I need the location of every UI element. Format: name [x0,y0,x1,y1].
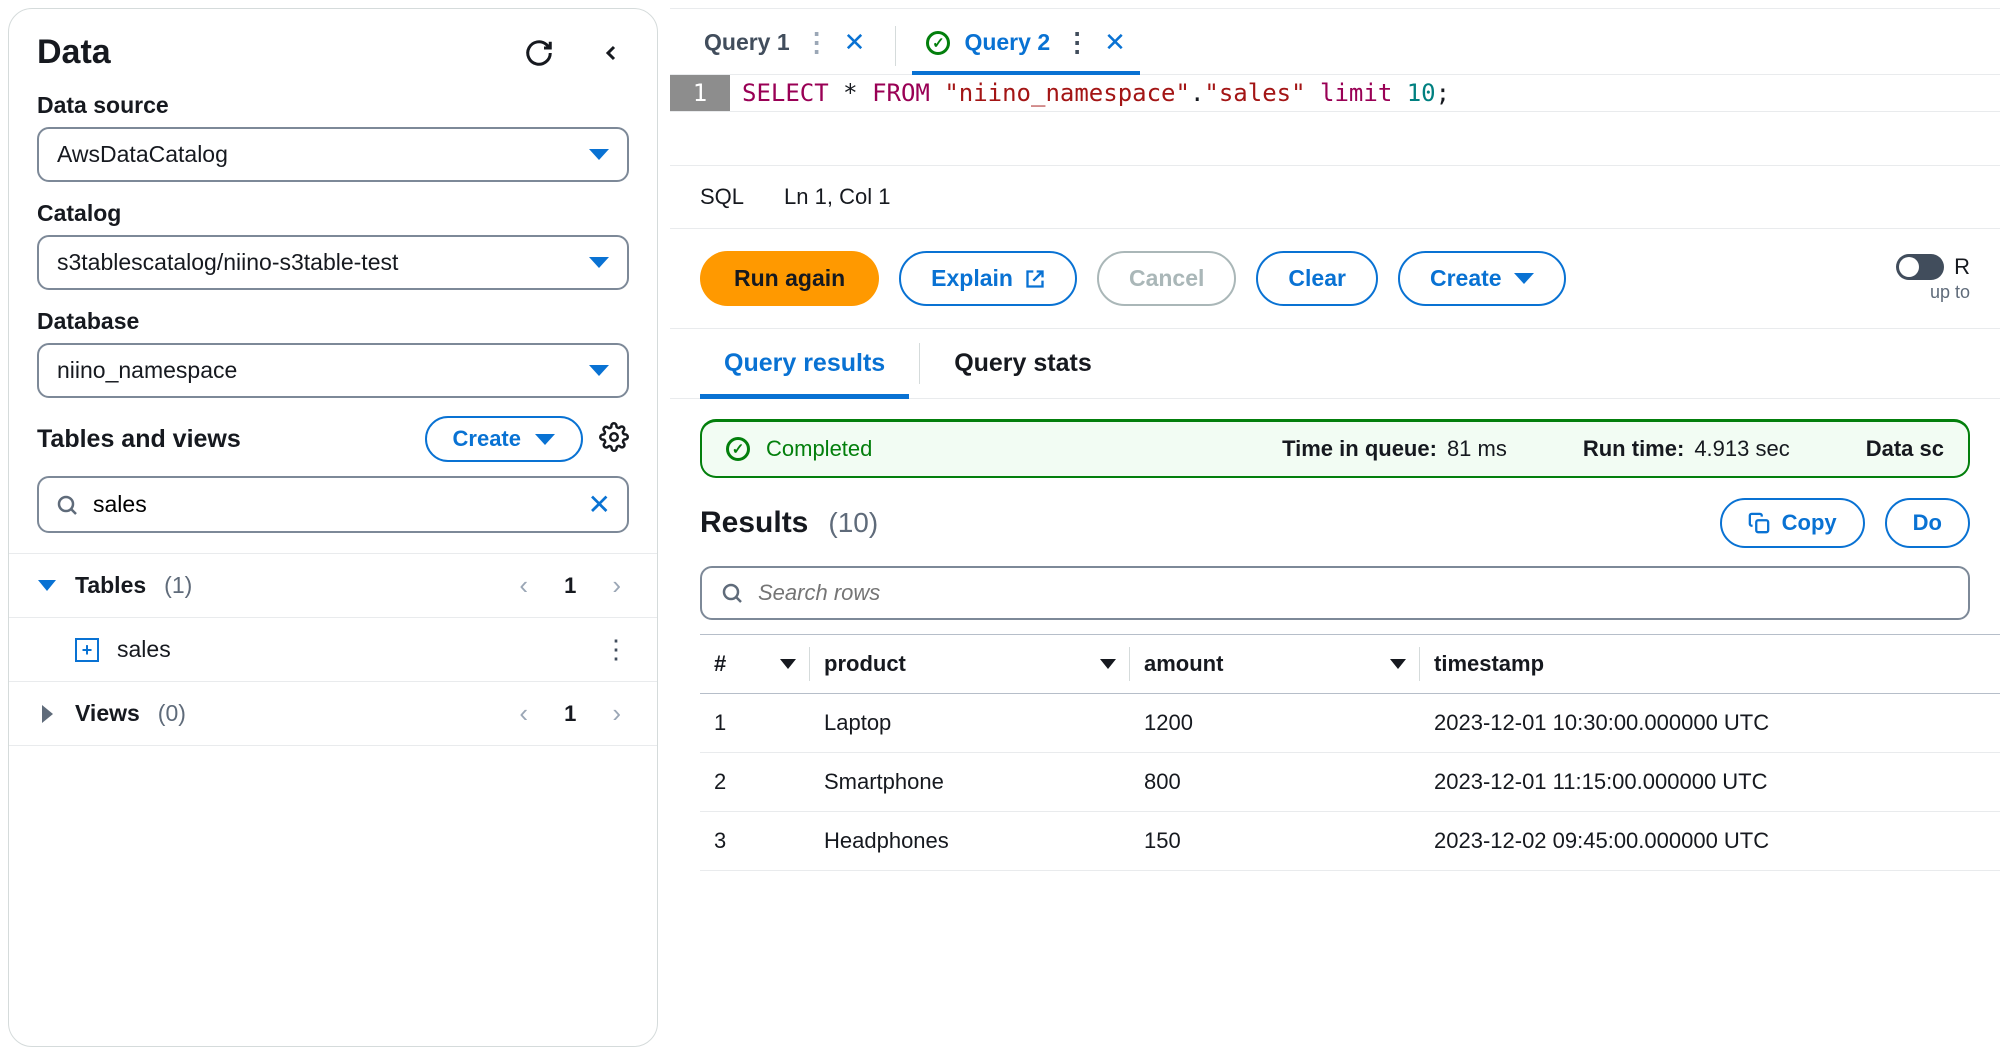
col-amount[interactable]: amount [1130,635,1420,694]
external-link-icon [1025,269,1045,289]
data-source-value: AwsDataCatalog [57,141,228,168]
page-number: 1 [554,573,586,599]
results-table: # product amount timestamp 1Laptop120020… [700,634,2000,871]
table-row: 2Smartphone8002023-12-01 11:15:00.000000… [700,753,2000,812]
search-icon [55,493,79,517]
editor-language: SQL [700,184,744,210]
next-page-icon[interactable]: › [604,570,629,601]
chevron-down-icon [589,257,609,268]
sort-icon [1390,659,1406,669]
editor-status-bar: SQL Ln 1, Col 1 [670,166,2000,229]
copy-button[interactable]: Copy [1720,498,1865,548]
chevron-down-icon [1514,273,1534,284]
prev-page-icon[interactable]: ‹ [511,698,536,729]
database-value: niino_namespace [57,357,237,384]
sort-icon [1100,659,1116,669]
chevron-down-icon [38,580,56,591]
results-title: Results [700,506,808,540]
create-button[interactable]: Create [425,416,583,462]
tab-query-1[interactable]: Query 1 ⋮ ✕ [690,17,879,74]
query-editor-main: Query 1 ⋮ ✕ ✓ Query 2 ⋮ ✕ 1 SELECT * FRO… [670,8,2000,1047]
col-timestamp[interactable]: timestamp [1420,635,2000,694]
database-select[interactable]: niino_namespace [37,343,629,398]
cursor-position: Ln 1, Col 1 [784,184,890,210]
success-icon: ✓ [926,31,950,55]
chevron-down-icon [535,434,555,445]
copy-icon [1748,512,1770,534]
catalog-label: Catalog [37,200,629,227]
clear-search-icon[interactable]: ✕ [588,488,611,521]
sql-editor[interactable]: 1 SELECT * FROM "niino_namespace"."sales… [670,75,2000,112]
results-count: (10) [828,507,878,539]
tab-query-results[interactable]: Query results [700,329,909,398]
query-status-banner: ✓ Completed Time in queue:81 ms Run time… [700,419,1970,478]
table-item-menu-icon[interactable]: ⋮ [603,634,629,665]
table-item[interactable]: + sales ⋮ [9,618,657,682]
results-search-input[interactable] [758,580,1950,606]
table-row: 3Headphones1502023-12-02 09:45:00.000000… [700,812,2000,871]
query-tabs: Query 1 ⋮ ✕ ✓ Query 2 ⋮ ✕ [670,9,2000,75]
col-index[interactable]: # [700,635,810,694]
search-icon [720,581,744,605]
tab-query-stats[interactable]: Query stats [930,329,1116,398]
create-query-button[interactable]: Create [1398,251,1566,306]
tables-search[interactable]: ✕ [37,476,629,533]
results-search[interactable] [700,566,1970,620]
chevron-down-icon [589,365,609,376]
sort-icon [780,659,796,669]
close-tab-icon[interactable]: ✕ [844,27,866,58]
database-label: Database [37,308,629,335]
tab-menu-icon[interactable]: ⋮ [804,27,830,58]
chevron-down-icon [589,149,609,160]
download-button[interactable]: Do [1885,498,1970,548]
data-source-label: Data source [37,92,629,119]
table-icon: + [75,638,99,662]
success-icon: ✓ [726,437,750,461]
tables-views-title: Tables and views [37,425,409,454]
tab-query-2[interactable]: ✓ Query 2 ⋮ ✕ [912,17,1139,74]
tables-section[interactable]: Tables (1) ‹ 1 › [9,554,657,618]
catalog-select[interactable]: s3tablescatalog/niino-s3table-test [37,235,629,290]
tab-menu-icon[interactable]: ⋮ [1064,27,1090,58]
refresh-icon[interactable] [521,35,557,71]
panel-title: Data [37,33,111,72]
next-page-icon[interactable]: › [604,698,629,729]
close-tab-icon[interactable]: ✕ [1104,27,1126,58]
collapse-icon[interactable] [593,35,629,71]
sql-code: SELECT * FROM "niino_namespace"."sales" … [730,75,2000,111]
line-number: 1 [670,75,730,111]
views-section[interactable]: Views (0) ‹ 1 › [9,682,657,746]
cancel-button: Cancel [1097,251,1236,306]
col-product[interactable]: product [810,635,1130,694]
table-row: 1Laptop12002023-12-01 10:30:00.000000 UT… [700,694,2000,753]
data-source-select[interactable]: AwsDataCatalog [37,127,629,182]
gear-icon[interactable] [599,422,629,457]
reuse-toggle[interactable] [1896,254,1944,280]
data-panel: Data Data source AwsDataCatalog Catalog … [8,8,658,1047]
run-again-button[interactable]: Run again [700,251,879,306]
explain-button[interactable]: Explain [899,251,1077,306]
catalog-value: s3tablescatalog/niino-s3table-test [57,249,398,276]
prev-page-icon[interactable]: ‹ [511,570,536,601]
chevron-right-icon [42,705,53,723]
tables-search-input[interactable] [93,491,574,518]
page-number: 1 [554,701,586,727]
clear-button[interactable]: Clear [1256,251,1378,306]
